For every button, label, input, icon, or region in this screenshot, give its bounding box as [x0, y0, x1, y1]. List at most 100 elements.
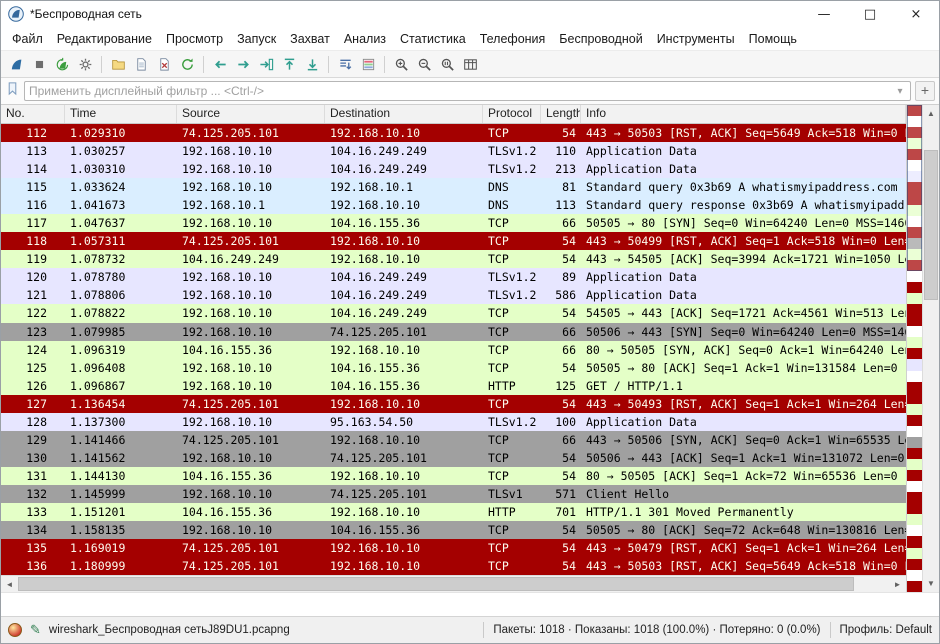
packet-row[interactable]: 1151.033624192.168.10.10192.168.10.1DNS8…: [1, 178, 906, 196]
packet-row[interactable]: 1121.02931074.125.205.101192.168.10.10TC…: [1, 124, 906, 142]
packet-row[interactable]: 1351.16901974.125.205.101192.168.10.10TC…: [1, 539, 906, 557]
cell-length: 54: [541, 559, 581, 573]
scroll-right-icon[interactable]: ►: [889, 580, 906, 589]
display-filter-input[interactable]: [27, 83, 892, 99]
reload-file-button[interactable]: [176, 53, 198, 75]
column-header-no[interactable]: No.: [1, 105, 65, 123]
close-button[interactable]: ×: [893, 1, 939, 27]
vertical-scrollbar[interactable]: ▲ ▼: [922, 105, 939, 592]
scroll-down-icon[interactable]: ▼: [923, 575, 939, 592]
add-filter-button[interactable]: +: [915, 81, 935, 101]
go-to-bottom-button[interactable]: [301, 53, 323, 75]
packet-row[interactable]: 1191.078732104.16.249.249192.168.10.10TC…: [1, 250, 906, 268]
packet-row[interactable]: 1161.041673192.168.10.1192.168.10.10DNS1…: [1, 196, 906, 214]
go-forward-button[interactable]: [232, 53, 254, 75]
column-header-info[interactable]: Info: [581, 105, 906, 123]
filter-history-dropdown-icon[interactable]: ▾: [892, 86, 908, 97]
column-header-length[interactable]: Length: [541, 105, 581, 123]
scroll-left-icon[interactable]: ◄: [1, 580, 18, 589]
auto-scroll-button[interactable]: [334, 53, 356, 75]
cell-source: 192.168.10.10: [177, 415, 325, 429]
menu-item[interactable]: Беспроводной: [552, 29, 649, 49]
packet-row[interactable]: 1251.096408192.168.10.10104.16.155.36TCP…: [1, 359, 906, 377]
minimap-stripe: [907, 337, 922, 348]
packet-row[interactable]: 1171.047637192.168.10.10104.16.155.36TCP…: [1, 214, 906, 232]
packet-row[interactable]: 1201.078780192.168.10.10104.16.249.249TL…: [1, 268, 906, 286]
menu-item[interactable]: Просмотр: [159, 29, 230, 49]
cell-length: 66: [541, 325, 581, 339]
zoom-original-button[interactable]: [436, 53, 458, 75]
packet-row[interactable]: 1181.05731174.125.205.101192.168.10.10TC…: [1, 232, 906, 250]
status-bar: ✎ wireshark_Беспроводная сетьJ89DU1.pcap…: [1, 616, 939, 643]
packet-row[interactable]: 1321.145999192.168.10.1074.125.205.101TL…: [1, 485, 906, 503]
minimap-stripe: [907, 514, 922, 525]
go-back-button[interactable]: [209, 53, 231, 75]
colorize-button[interactable]: [357, 53, 379, 75]
capture-comment-icon[interactable]: ✎: [30, 623, 41, 638]
horizontal-scrollbar[interactable]: ◄ ►: [1, 575, 906, 592]
cell-source: 192.168.10.10: [177, 162, 325, 176]
maximize-button[interactable]: □: [847, 1, 893, 27]
filter-bookmark-icon[interactable]: [5, 81, 20, 101]
cell-length: 54: [541, 397, 581, 411]
zoom-out-button[interactable]: [413, 53, 435, 75]
menu-item[interactable]: Инструменты: [650, 29, 742, 49]
packet-row[interactable]: 1261.096867192.168.10.10104.16.155.36HTT…: [1, 377, 906, 395]
column-header-time[interactable]: Time: [65, 105, 177, 123]
menu-item[interactable]: Помощь: [742, 29, 804, 49]
go-to-top-button[interactable]: [278, 53, 300, 75]
packet-row[interactable]: 1281.137300192.168.10.1095.163.54.50TLSv…: [1, 413, 906, 431]
vertical-scroll-track[interactable]: [923, 122, 939, 575]
minimap-view-indicator[interactable]: [907, 105, 922, 271]
start-capture-button[interactable]: [5, 53, 27, 75]
cell-source: 104.16.155.36: [177, 343, 325, 357]
scrollbar-minimap[interactable]: [906, 105, 922, 592]
packet-row[interactable]: 1291.14146674.125.205.101192.168.10.10TC…: [1, 431, 906, 449]
horizontal-scroll-track[interactable]: [18, 576, 889, 592]
packet-row[interactable]: 1141.030310192.168.10.10104.16.249.249TL…: [1, 160, 906, 178]
packet-row[interactable]: 1341.158135192.168.10.10104.16.155.36TCP…: [1, 521, 906, 539]
minimize-button[interactable]: —: [801, 1, 847, 27]
minimap-stripe: [907, 426, 922, 437]
column-header-source[interactable]: Source: [177, 105, 325, 123]
close-file-button[interactable]: [153, 53, 175, 75]
minimap-stripe: [907, 371, 922, 382]
open-file-button[interactable]: [107, 53, 129, 75]
zoom-in-button[interactable]: [390, 53, 412, 75]
packet-row[interactable]: 1231.079985192.168.10.1074.125.205.101TC…: [1, 323, 906, 341]
save-file-button[interactable]: [130, 53, 152, 75]
minimap-stripe: [907, 404, 922, 415]
packet-row[interactable]: 1361.18099974.125.205.101192.168.10.10TC…: [1, 557, 906, 575]
menu-item[interactable]: Запуск: [230, 29, 283, 49]
menu-item[interactable]: Статистика: [393, 29, 473, 49]
stop-capture-button[interactable]: [28, 53, 50, 75]
packet-row[interactable]: 1131.030257192.168.10.10104.16.249.249TL…: [1, 142, 906, 160]
scroll-up-icon[interactable]: ▲: [923, 105, 939, 122]
packet-row[interactable]: 1241.096319104.16.155.36192.168.10.10TCP…: [1, 341, 906, 359]
packet-row[interactable]: 1271.13645474.125.205.101192.168.10.10TC…: [1, 395, 906, 413]
horizontal-scroll-thumb[interactable]: [18, 577, 854, 591]
menu-item[interactable]: Захват: [283, 29, 337, 49]
packet-row[interactable]: 1331.151201104.16.155.36192.168.10.10HTT…: [1, 503, 906, 521]
packet-row[interactable]: 1301.141562192.168.10.1074.125.205.101TC…: [1, 449, 906, 467]
cell-destination: 104.16.155.36: [325, 523, 483, 537]
packet-row[interactable]: 1311.144130104.16.155.36192.168.10.10TCP…: [1, 467, 906, 485]
packet-row[interactable]: 1221.078822192.168.10.10104.16.249.249TC…: [1, 304, 906, 322]
cell-no: 122: [1, 306, 65, 320]
restart-capture-button[interactable]: [51, 53, 73, 75]
menu-item[interactable]: Анализ: [337, 29, 393, 49]
menu-item[interactable]: Телефония: [473, 29, 553, 49]
column-header-protocol[interactable]: Protocol: [483, 105, 541, 123]
expert-info-icon[interactable]: [8, 623, 22, 637]
cell-protocol: HTTP: [483, 379, 541, 393]
packet-row[interactable]: 1211.078806192.168.10.10104.16.249.249TL…: [1, 286, 906, 304]
cell-no: 124: [1, 343, 65, 357]
capture-options-button[interactable]: [74, 53, 96, 75]
profile-label[interactable]: Профиль: Default: [840, 624, 932, 636]
resize-columns-button[interactable]: [459, 53, 481, 75]
go-to-packet-button[interactable]: [255, 53, 277, 75]
menu-item[interactable]: Файл: [5, 29, 50, 49]
vertical-scroll-thumb[interactable]: [924, 150, 938, 300]
menu-item[interactable]: Редактирование: [50, 29, 159, 49]
column-header-destination[interactable]: Destination: [325, 105, 483, 123]
